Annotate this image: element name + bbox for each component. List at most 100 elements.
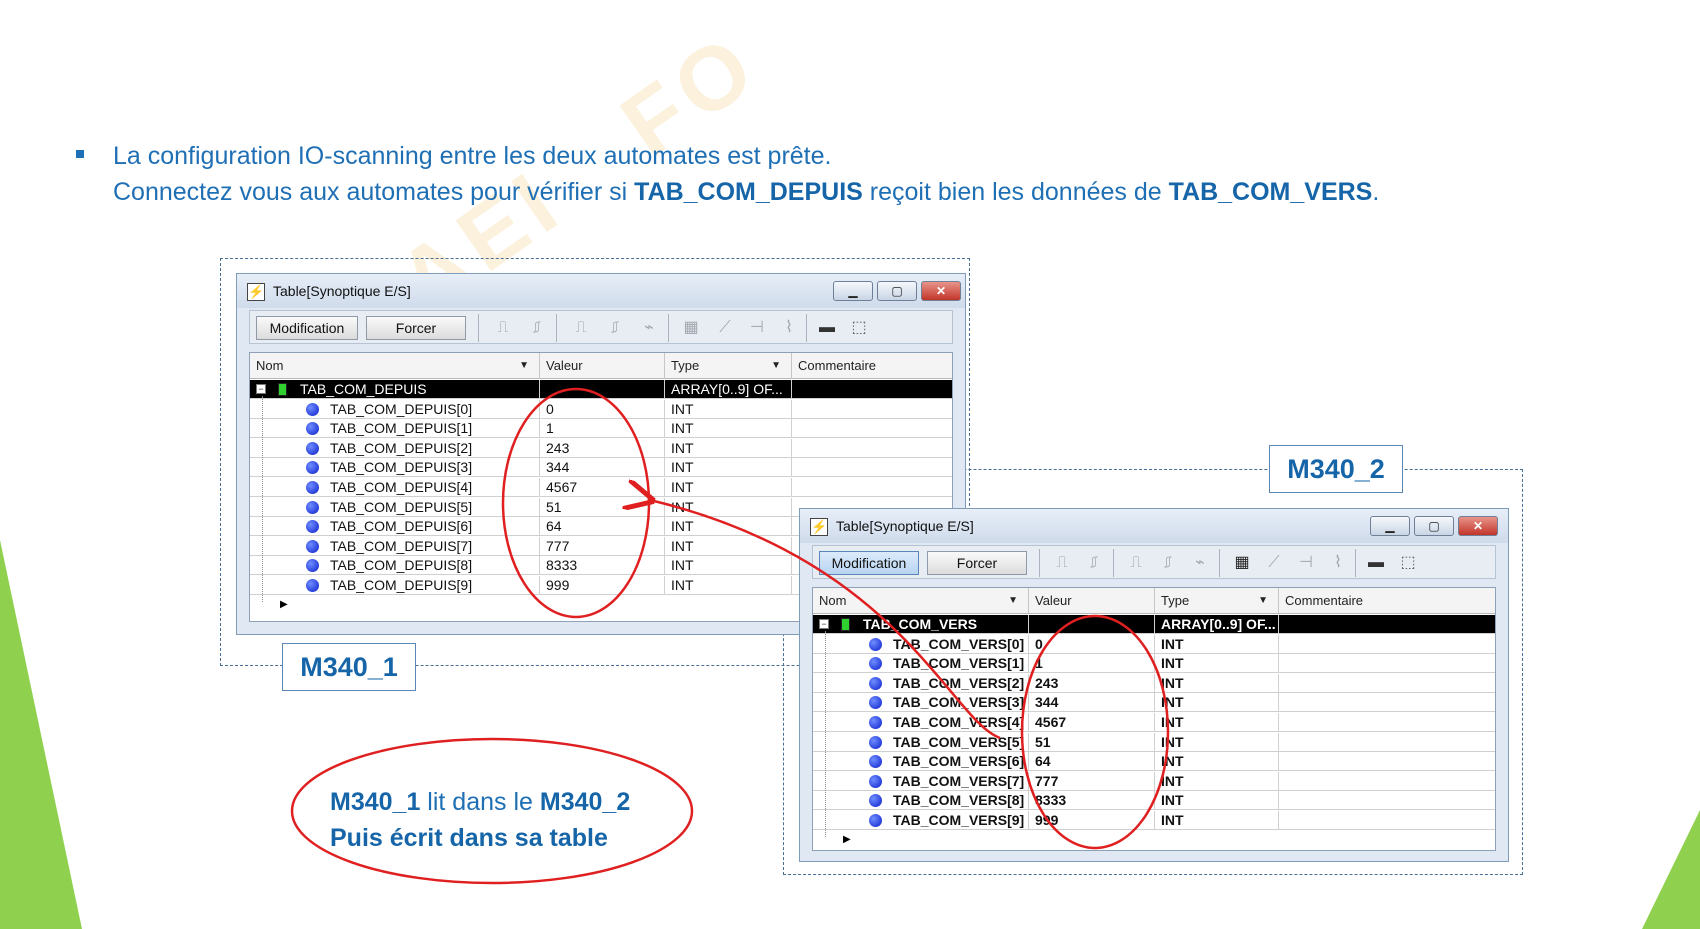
row-comment[interactable]: [792, 458, 952, 476]
expand-arrow-icon[interactable]: ▶: [843, 831, 851, 849]
tree-root-row[interactable]: − TAB_COM_DEPUIS ARRAY[0..9] OF...: [250, 380, 952, 399]
header-valeur[interactable]: Valeur: [1029, 588, 1155, 614]
grid-icon[interactable]: ▦: [1231, 553, 1253, 573]
row-value[interactable]: 8333: [1029, 791, 1155, 810]
table-row[interactable]: TAB_COM_DEPUIS[1] 1 INT: [250, 419, 952, 439]
row-value[interactable]: 999: [540, 576, 665, 594]
table-row[interactable]: TAB_COM_VERS[1] 1 INT: [813, 654, 1495, 674]
new-row[interactable]: ▶: [813, 831, 1495, 850]
table-row[interactable]: TAB_COM_VERS[2] 243 INT: [813, 673, 1495, 693]
row-comment[interactable]: [1279, 733, 1495, 751]
forcer-button[interactable]: Forcer: [927, 551, 1027, 575]
row-value[interactable]: 0: [540, 399, 665, 418]
table-row[interactable]: TAB_COM_DEPUIS[4] 4567 INT: [250, 478, 952, 497]
row-comment[interactable]: [1279, 693, 1495, 711]
row-comment[interactable]: [1279, 713, 1495, 731]
row-value[interactable]: 777: [540, 536, 665, 555]
row-value[interactable]: 51: [540, 497, 665, 516]
modification-button[interactable]: Modification: [819, 551, 919, 575]
reset-edge-icon[interactable]: ⎎: [1157, 553, 1179, 573]
dropdown-arrow-icon[interactable]: ▼: [1258, 588, 1268, 614]
row-value[interactable]: 999: [1029, 811, 1155, 829]
row-value[interactable]: 64: [1029, 752, 1155, 771]
row-value[interactable]: 8333: [540, 556, 665, 575]
force-icon[interactable]: ⊣: [746, 318, 768, 338]
header-nom[interactable]: Nom ▼: [250, 353, 540, 379]
expand-arrow-icon[interactable]: ▶: [280, 596, 288, 614]
row-comment[interactable]: [792, 400, 952, 418]
header-nom[interactable]: Nom ▼: [813, 588, 1029, 614]
row-comment[interactable]: [1279, 791, 1495, 809]
table-row[interactable]: TAB_COM_VERS[0] 0 INT: [813, 634, 1495, 654]
row-value[interactable]: 51: [1029, 732, 1155, 751]
maximize-button[interactable]: ▢: [1414, 516, 1454, 536]
select-icon[interactable]: ⬚: [1397, 553, 1419, 573]
row-value[interactable]: 344: [540, 458, 665, 477]
minimize-button[interactable]: ▁: [1370, 516, 1410, 536]
table-row[interactable]: TAB_COM_VERS[8] 8333 INT: [813, 791, 1495, 811]
set-edge-icon[interactable]: ⎍: [1125, 553, 1147, 573]
collapse-icon[interactable]: −: [256, 384, 266, 394]
row-comment[interactable]: [1279, 752, 1495, 770]
dropdown-arrow-icon[interactable]: ▼: [771, 353, 781, 379]
write-icon[interactable]: ⟋: [714, 318, 736, 338]
row-comment[interactable]: [1279, 654, 1495, 672]
row-comment[interactable]: [792, 478, 952, 496]
close-button[interactable]: ✕: [1458, 516, 1498, 536]
rising-edge-icon[interactable]: ⎍: [492, 318, 514, 338]
row-comment[interactable]: [792, 419, 952, 437]
reset-edge-icon[interactable]: ⎎: [604, 318, 626, 338]
row-comment[interactable]: [1279, 772, 1495, 790]
modification-button[interactable]: Modification: [256, 316, 358, 340]
animation-icon[interactable]: ▬: [816, 318, 838, 338]
row-value[interactable]: 4567: [1029, 713, 1155, 731]
header-type[interactable]: Type ▼: [665, 353, 792, 379]
header-commentaire[interactable]: Commentaire: [1279, 588, 1497, 614]
write-icon[interactable]: ⟋: [1263, 553, 1285, 573]
minimize-button[interactable]: ▁: [833, 281, 873, 301]
dropdown-arrow-icon[interactable]: ▼: [519, 353, 529, 379]
table-row[interactable]: TAB_COM_VERS[4] 4567 INT: [813, 713, 1495, 732]
maximize-button[interactable]: ▢: [877, 281, 917, 301]
header-type[interactable]: Type ▼: [1155, 588, 1279, 614]
row-value[interactable]: 1: [1029, 654, 1155, 673]
header-commentaire[interactable]: Commentaire: [792, 353, 956, 379]
header-valeur[interactable]: Valeur: [540, 353, 665, 379]
collapse-icon[interactable]: −: [819, 619, 829, 629]
rising-edge-icon[interactable]: ⎍: [1051, 553, 1073, 573]
table-row[interactable]: TAB_COM_VERS[9] 999 INT: [813, 811, 1495, 830]
row-value[interactable]: 777: [1029, 771, 1155, 790]
force-icon[interactable]: ⊣: [1295, 553, 1317, 573]
table-row[interactable]: TAB_COM_DEPUIS[0] 0 INT: [250, 399, 952, 419]
row-value[interactable]: 0: [1029, 634, 1155, 653]
dropdown-arrow-icon[interactable]: ▼: [1008, 588, 1018, 614]
row-comment[interactable]: [792, 439, 952, 457]
table-row[interactable]: TAB_COM_VERS[7] 777 INT: [813, 771, 1495, 791]
table-row[interactable]: TAB_COM_VERS[5] 51 INT: [813, 732, 1495, 752]
row-value[interactable]: 1: [540, 419, 665, 438]
close-button[interactable]: ✕: [921, 281, 961, 301]
table-row[interactable]: TAB_COM_DEPUIS[3] 344 INT: [250, 458, 952, 478]
falling-edge-icon[interactable]: ⎎: [1083, 553, 1105, 573]
select-icon[interactable]: ⬚: [848, 318, 870, 338]
row-value[interactable]: 344: [1029, 693, 1155, 712]
row-value[interactable]: 243: [540, 438, 665, 457]
grid-icon[interactable]: ▦: [680, 318, 702, 338]
falling-edge-icon[interactable]: ⎎: [526, 318, 548, 338]
forcer-button[interactable]: Forcer: [366, 316, 466, 340]
toggle-icon[interactable]: ⌁: [1189, 553, 1211, 573]
tree-root-row[interactable]: − TAB_COM_VERS ARRAY[0..9] OF...: [813, 615, 1495, 634]
toggle-icon[interactable]: ⌁: [638, 318, 660, 338]
table-row[interactable]: TAB_COM_VERS[6] 64 INT: [813, 752, 1495, 772]
table-row[interactable]: TAB_COM_VERS[3] 344 INT: [813, 693, 1495, 713]
unforce-icon[interactable]: ⌇: [778, 318, 800, 338]
row-comment[interactable]: [1279, 811, 1495, 829]
table-row[interactable]: TAB_COM_DEPUIS[2] 243 INT: [250, 438, 952, 458]
row-comment[interactable]: [1279, 674, 1495, 692]
row-value[interactable]: 64: [540, 517, 665, 536]
set-edge-icon[interactable]: ⎍: [570, 318, 592, 338]
row-value[interactable]: 4567: [540, 478, 665, 496]
row-value[interactable]: 243: [1029, 673, 1155, 692]
row-comment[interactable]: [1279, 635, 1495, 653]
unforce-icon[interactable]: ⌇: [1327, 553, 1349, 573]
